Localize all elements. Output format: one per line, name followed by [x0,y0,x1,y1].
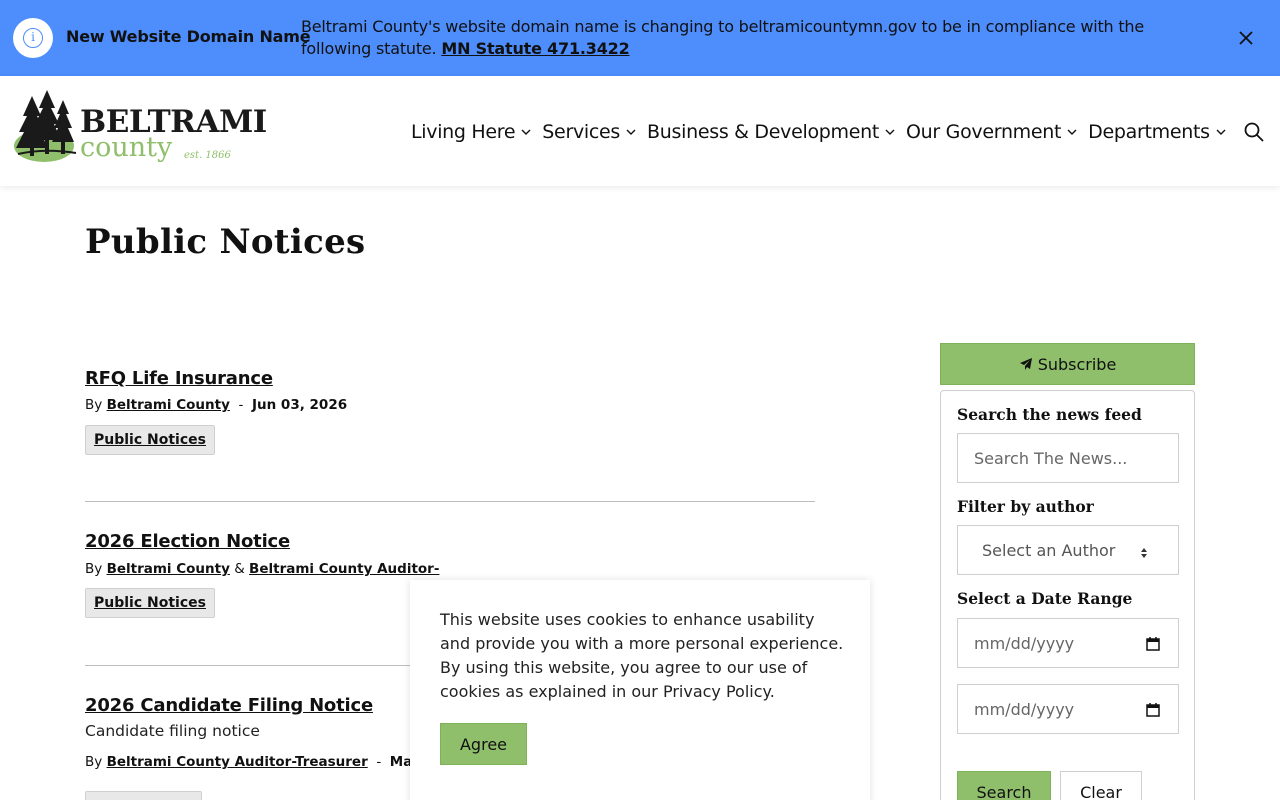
category-tag[interactable]: Public Notices [85,588,215,618]
pine-trees-icon [14,90,77,162]
search-placeholder: Search The News... [974,448,1128,468]
page-title: Public Notices [85,222,366,262]
date-placeholder: mm/dd/yyyy [974,699,1075,719]
nav-business-development[interactable]: Business & Development [647,121,896,143]
news-filter-panel: Search the news feed Search The News... … [940,390,1195,800]
logo-sub: county [80,132,173,163]
search-input[interactable]: Search The News... [957,433,1179,483]
nav-our-government[interactable]: Our Government [906,121,1078,143]
nav-label: Services [542,121,621,143]
meta-separator: - [234,397,248,413]
select-arrows-icon [1140,544,1148,563]
statute-link[interactable]: MN Statute 471.3422 [441,39,629,58]
author-select[interactable]: Select an Author [957,525,1179,575]
calendar-icon[interactable] [1146,702,1160,721]
post-title[interactable]: RFQ Life Insurance [85,368,273,389]
author-link[interactable]: Beltrami County [107,561,230,577]
start-date-input[interactable]: mm/dd/yyyy [957,618,1179,668]
by-label: By [85,397,103,413]
divider [85,501,815,502]
end-date-input[interactable]: mm/dd/yyyy [957,684,1179,734]
paper-plane-icon [1019,358,1032,370]
nav-label: Our Government [906,121,1062,143]
meta-separator: - [372,754,386,770]
by-label: By [85,754,103,770]
date-placeholder: mm/dd/yyyy [974,633,1075,653]
logo-est: est. 1866 [184,150,231,161]
main-nav: Living Here Services Business & Developm… [411,118,1280,146]
alert-title: New Website Domain Name [66,27,311,46]
category-tag[interactable] [85,791,202,800]
search-icon[interactable] [1244,122,1264,142]
post-meta: By Beltrami County & Beltrami County Aud… [85,561,815,577]
chevron-down-icon [625,126,637,138]
alert-message-text: Beltrami County's website domain name is… [301,17,1145,58]
chevron-down-icon [884,126,896,138]
post-meta: By Beltrami County - Jun 03, 2026 [85,397,815,413]
agree-label: Agree [459,734,507,754]
calendar-icon[interactable] [1146,636,1160,655]
nav-departments[interactable]: Departments [1088,121,1227,143]
nav-label: Departments [1088,121,1210,143]
search-button[interactable]: Search [957,771,1051,800]
search-button-label: Search [976,782,1032,800]
post-title[interactable]: 2026 Election Notice [85,531,290,552]
chevron-down-icon [1215,126,1227,138]
author-select-value: Select an Author [982,540,1116,560]
chevron-down-icon [1066,126,1078,138]
author-filter-label: Filter by author [957,497,1094,516]
nav-label: Business & Development [647,121,880,143]
search-label: Search the news feed [957,405,1142,424]
list-item: RFQ Life Insurance By Beltrami County - … [85,368,815,455]
category-tag[interactable]: Public Notices [85,425,215,455]
nav-services[interactable]: Services [542,121,637,143]
chevron-down-icon [520,126,532,138]
cookie-consent-popup: This website uses cookies to enhance usa… [410,580,870,800]
nav-label: Living Here [411,121,516,143]
site-header: BELTRAMI county est. 1866 Living Here Se… [0,76,1280,186]
author-joiner: & [234,561,245,577]
close-icon[interactable] [1234,26,1258,50]
alert-message: Beltrami County's website domain name is… [301,16,1191,60]
clear-button-label: Clear [1080,782,1122,800]
subscribe-label: Subscribe [1037,354,1117,374]
post-date: Jun 03, 2026 [251,397,348,413]
clear-button[interactable]: Clear [1060,771,1142,800]
subscribe-button[interactable]: Subscribe [940,343,1195,385]
agree-button[interactable]: Agree [440,723,527,765]
info-icon: i [13,18,53,58]
post-title[interactable]: 2026 Candidate Filing Notice [85,695,373,716]
author-link[interactable]: Beltrami County Auditor- [249,561,439,577]
date-range-label: Select a Date Range [957,589,1133,608]
alert-banner: i New Website Domain Name Beltrami Count… [0,0,1280,76]
author-link[interactable]: Beltrami County Auditor-Treasurer [107,754,368,770]
by-label: By [85,561,103,577]
beltrami-county-logo[interactable]: BELTRAMI county est. 1866 [14,90,270,170]
cookie-message: This website uses cookies to enhance usa… [440,610,844,701]
nav-living-here[interactable]: Living Here [411,121,532,143]
author-link[interactable]: Beltrami County [107,397,230,413]
